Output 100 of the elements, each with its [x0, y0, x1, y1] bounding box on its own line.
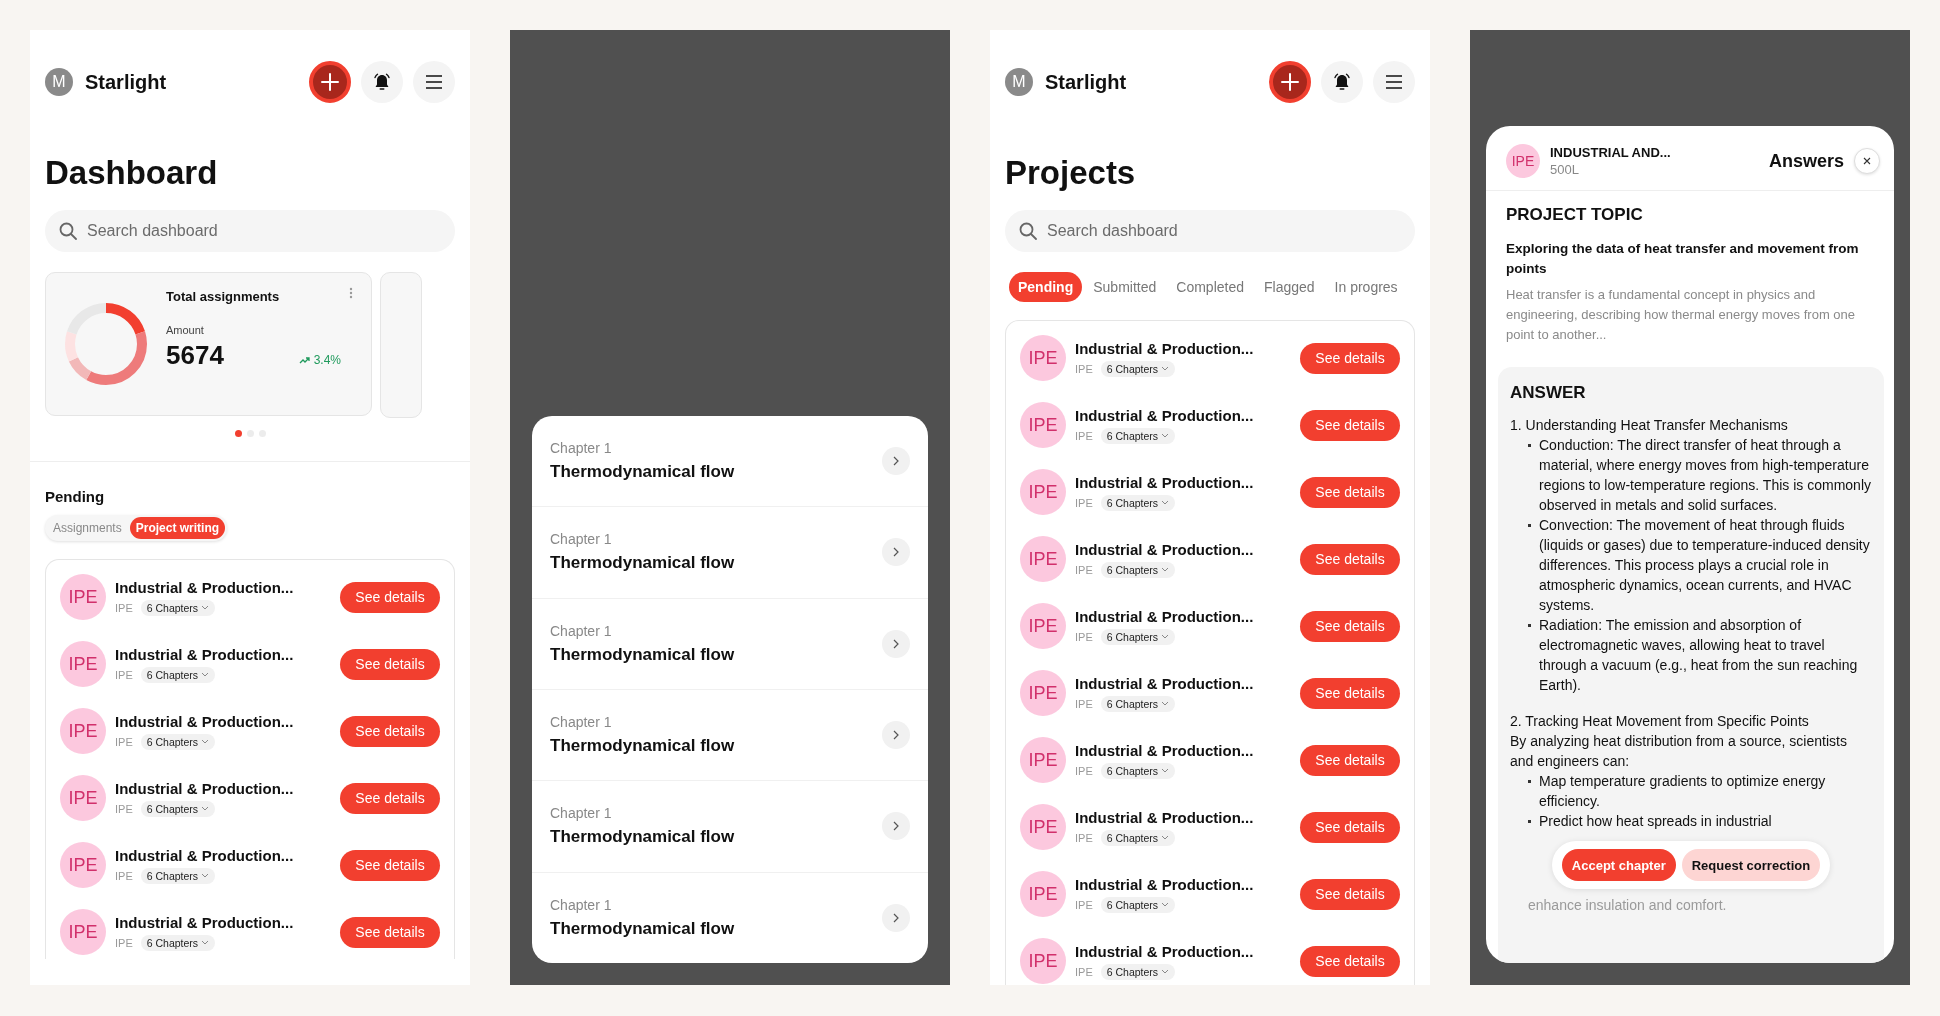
see-details-button[interactable]: See details	[340, 916, 440, 948]
user-avatar[interactable]: M	[45, 68, 73, 96]
chapters-dropdown[interactable]: 6 Chapters	[140, 934, 216, 951]
course-badge: IPE	[1020, 536, 1066, 582]
search-field[interactable]: Search dashboard	[45, 210, 455, 252]
page-title: Dashboard	[45, 154, 219, 192]
see-details-button[interactable]: See details	[340, 715, 440, 747]
segment-tab[interactable]: Project writing	[129, 517, 226, 539]
project-title: Industrial & Production...	[115, 779, 295, 797]
chapters-dropdown[interactable]: 6 Chapters	[1100, 695, 1176, 712]
see-details-button[interactable]: See details	[1300, 409, 1400, 441]
see-details-button[interactable]: See details	[1300, 945, 1400, 977]
chapters-dropdown[interactable]: 6 Chapters	[1100, 494, 1176, 511]
topic-heading: PROJECT TOPIC	[1506, 205, 1644, 225]
chapter-row[interactable]: Chapter 1 Thermodynamical flow	[532, 781, 928, 873]
see-details-button[interactable]: See details	[340, 581, 440, 613]
menu-icon	[425, 75, 443, 89]
stat-label: Amount	[166, 324, 205, 336]
add-button[interactable]	[1269, 61, 1311, 103]
chapter-row[interactable]: Chapter 1 Thermodynamical flow	[532, 872, 928, 963]
project-title: Industrial & Production...	[115, 712, 295, 730]
stat-value: 5674	[166, 340, 224, 371]
filter-tab[interactable]: Pending	[1009, 272, 1083, 302]
open-chapter-button[interactable]	[882, 538, 910, 567]
chevron-down-icon	[1161, 634, 1170, 639]
more-options-icon[interactable]	[349, 287, 353, 299]
chapters-dropdown[interactable]: 6 Chapters	[1100, 360, 1176, 377]
carousel-dot[interactable]	[234, 430, 242, 437]
filter-tab[interactable]: Submitted	[1084, 272, 1166, 302]
see-details-button[interactable]: See details	[340, 849, 440, 881]
add-button[interactable]	[309, 61, 351, 103]
chapters-dropdown[interactable]: 6 Chapters	[1100, 829, 1176, 846]
see-details-button[interactable]: See details	[1300, 744, 1400, 776]
filter-tab[interactable]: In progres	[1325, 272, 1398, 302]
bullet-icon	[1528, 820, 1531, 823]
chapter-label: Chapter 1	[550, 805, 613, 822]
chapters-dropdown[interactable]: 6 Chapters	[1100, 427, 1176, 444]
segment-tab[interactable]: Assignments	[47, 517, 128, 539]
see-details-button[interactable]: See details	[1300, 342, 1400, 374]
filter-tab[interactable]: Flagged	[1255, 272, 1324, 302]
see-details-button[interactable]: See details	[1300, 677, 1400, 709]
chevron-right-icon	[893, 730, 899, 741]
trend-up-icon	[298, 356, 311, 364]
chapters-dropdown[interactable]: 6 Chapters	[140, 599, 216, 616]
see-details-button[interactable]: See details	[1300, 878, 1400, 910]
see-details-button[interactable]: See details	[340, 782, 440, 814]
answer-bullet: Predict how heat spreads in industrial	[1539, 812, 1772, 831]
search-field[interactable]: Search dashboard	[1005, 210, 1415, 252]
chapter-row[interactable]: Chapter 1 Thermodynamical flow	[532, 416, 928, 508]
chapters-dropdown[interactable]: 6 Chapters	[140, 666, 216, 683]
notifications-button[interactable]	[1321, 61, 1363, 103]
notifications-button[interactable]	[361, 61, 403, 103]
chapter-title: Thermodynamical flow	[550, 827, 736, 848]
open-chapter-button[interactable]	[882, 447, 910, 476]
chapter-row[interactable]: Chapter 1 Thermodynamical flow	[532, 598, 928, 690]
user-avatar[interactable]: M	[1005, 68, 1033, 96]
chapters-dropdown[interactable]: 6 Chapters	[1100, 561, 1176, 578]
chapters-dropdown[interactable]: 6 Chapters	[1100, 628, 1176, 645]
faded-text: enhance insulation and comfort.	[1528, 897, 1728, 913]
section-title: Pending	[45, 488, 106, 505]
project-title: Industrial & Production...	[1075, 808, 1255, 826]
chapters-dropdown[interactable]: 6 Chapters	[140, 800, 216, 817]
project-title: Industrial & Production...	[115, 846, 295, 864]
project-title: Industrial & Production...	[1075, 741, 1255, 759]
close-icon	[1863, 157, 1871, 165]
course-code: IPE	[1075, 898, 1093, 911]
course-badge: IPE	[1020, 670, 1066, 716]
close-button[interactable]	[1854, 148, 1880, 174]
open-chapter-button[interactable]	[882, 721, 910, 750]
open-chapter-button[interactable]	[882, 629, 910, 658]
chapters-dropdown[interactable]: 6 Chapters	[140, 867, 216, 884]
chevron-right-icon	[893, 547, 899, 558]
chapters-dropdown[interactable]: 6 Chapters	[140, 733, 216, 750]
see-details-button[interactable]: See details	[1300, 476, 1400, 508]
see-details-button[interactable]: See details	[1300, 543, 1400, 575]
open-chapter-button[interactable]	[882, 812, 910, 841]
answer-paragraph: By analyzing heat distribution from a source, scientists and engineers can:	[1510, 732, 1848, 771]
request-button[interactable]: Request correction	[1681, 849, 1821, 881]
chapter-row[interactable]: Chapter 1 Thermodynamical flow	[532, 690, 928, 782]
topic-summary: Heat transfer is a fundamental concept in physics and engineering, describing how thermal energy moves from one point to another...	[1506, 286, 1857, 344]
project-title: Industrial & Production...	[1075, 540, 1255, 558]
see-details-button[interactable]: See details	[1300, 811, 1400, 843]
chapter-title: Thermodynamical flow	[550, 462, 736, 483]
open-chapter-button[interactable]	[882, 903, 910, 932]
trend-change: 3.4%	[298, 353, 341, 367]
bell-icon	[372, 72, 392, 92]
see-details-button[interactable]: See details	[340, 648, 440, 680]
chapters-dropdown[interactable]: 6 Chapters	[1100, 896, 1176, 913]
answer-bullet: Radiation: The emission and absorption of electromagnetic waves, allowing heat to travel through a vacuum (e.g., heat from the sun reaching Earth).	[1539, 616, 1859, 695]
menu-button[interactable]	[413, 61, 455, 103]
chapters-dropdown[interactable]: 6 Chapters	[1100, 963, 1176, 980]
menu-button[interactable]	[1373, 61, 1415, 103]
chapters-dropdown[interactable]: 6 Chapters	[1100, 762, 1176, 779]
course-code: IPE	[1075, 362, 1093, 375]
chevron-right-icon	[893, 638, 899, 649]
bell-icon	[1332, 72, 1352, 92]
see-details-button[interactable]: See details	[1300, 610, 1400, 642]
filter-tab[interactable]: Completed	[1167, 272, 1253, 302]
chapter-row[interactable]: Chapter 1 Thermodynamical flow	[532, 507, 928, 599]
accept-button[interactable]: Accept chapter	[1561, 849, 1676, 881]
